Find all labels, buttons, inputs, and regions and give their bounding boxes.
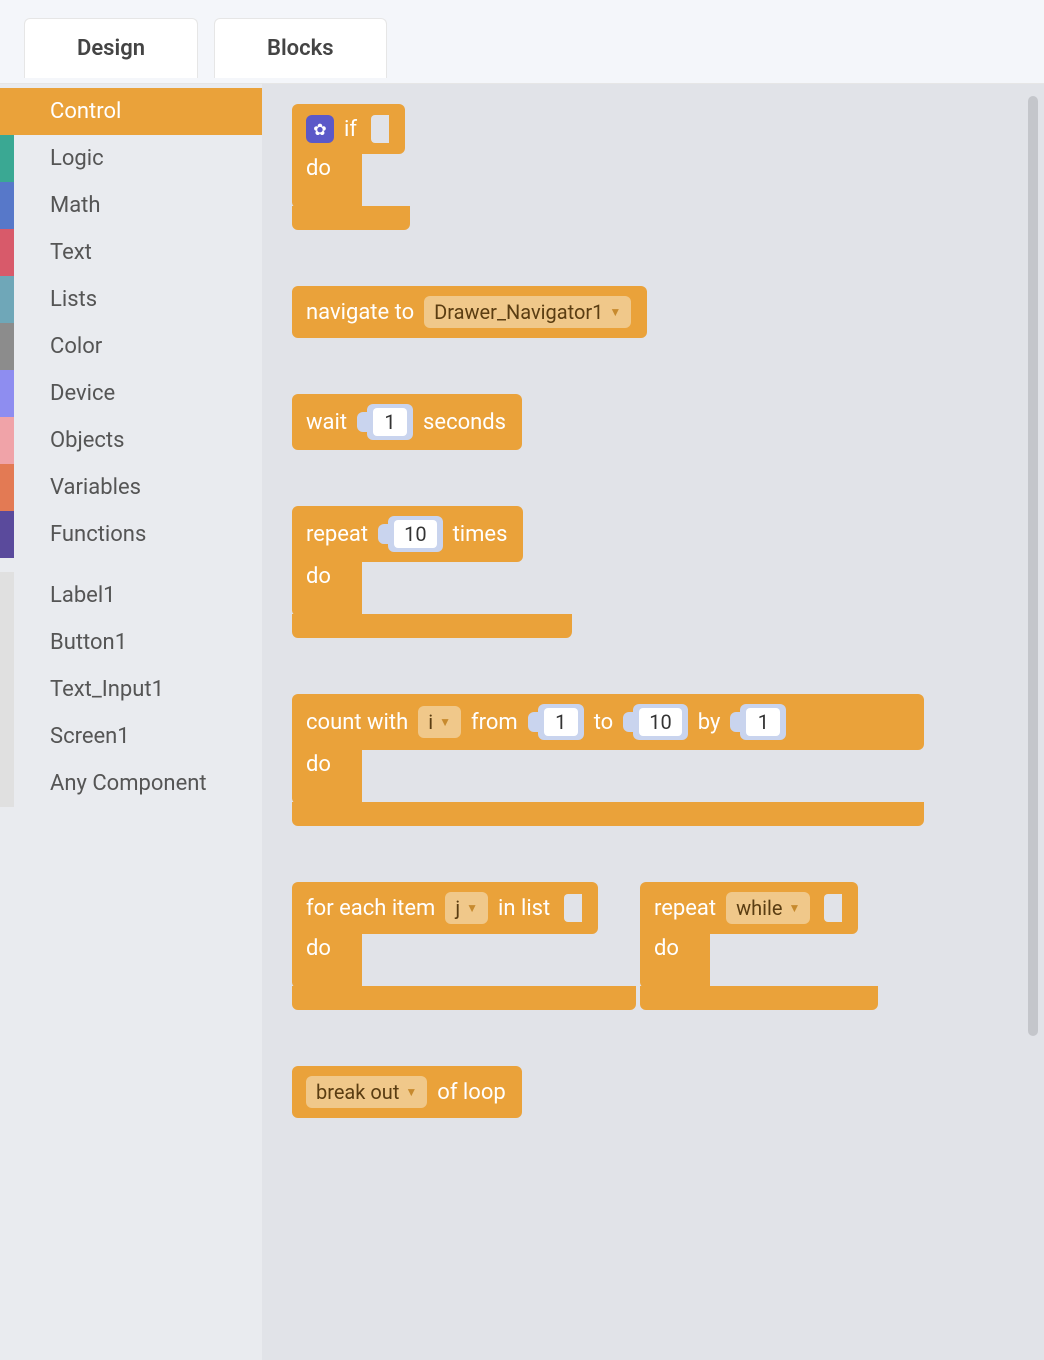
repeat-while-label: repeat [654, 896, 716, 921]
category-label: Functions [50, 522, 146, 547]
category-swatch [0, 135, 14, 182]
do-label: do [292, 148, 362, 208]
category-sidebar: Control Logic Math Text Lists Color Device Obje… [0, 84, 262, 1360]
component-swatch [0, 619, 14, 666]
tab-blocks[interactable]: Blocks [214, 18, 387, 78]
main: Control Logic Math Text Lists Color Device Obje… [0, 84, 1044, 1360]
category-swatch [0, 182, 14, 229]
category-swatch [0, 276, 14, 323]
component-label1[interactable]: Label1 [0, 572, 262, 619]
workspace-scrollbar[interactable] [1028, 96, 1038, 1036]
component-any-component[interactable]: Any Component [0, 760, 262, 807]
category-label: Lists [50, 287, 97, 312]
count-by-slot[interactable]: 1 [740, 704, 786, 740]
tab-bar: Design Blocks [0, 0, 1044, 84]
gear-icon[interactable]: ✿ [306, 115, 334, 143]
count-by-label: by [698, 710, 721, 735]
break-suffix: of loop [437, 1080, 505, 1105]
chevron-down-icon: ▼ [466, 901, 478, 915]
category-label: Variables [50, 475, 141, 500]
category-color[interactable]: Color [0, 323, 262, 370]
component-text_input1[interactable]: Text_Input1 [0, 666, 262, 713]
component-button1[interactable]: Button1 [0, 619, 262, 666]
block-repeat-times[interactable]: repeat 10 times do [292, 506, 572, 638]
count-to-slot[interactable]: 10 [633, 704, 687, 740]
wait-label: wait [306, 410, 347, 435]
category-label: Color [50, 334, 102, 359]
category-label: Logic [50, 146, 104, 171]
category-lists[interactable]: Lists [0, 276, 262, 323]
block-wait[interactable]: wait 1 seconds [292, 394, 1014, 450]
block-break-out[interactable]: break out▼ of loop [292, 1066, 1014, 1118]
block-count-with[interactable]: count with i▼ from 1 to 10 by 1 do [292, 694, 924, 826]
component-swatch [0, 572, 14, 619]
category-swatch [0, 417, 14, 464]
navigate-target-dropdown[interactable]: Drawer_Navigator1▼ [424, 296, 631, 328]
category-text[interactable]: Text [0, 229, 262, 276]
category-swatch [0, 88, 14, 135]
category-swatch [0, 464, 14, 511]
category-label: Device [50, 381, 115, 406]
block-repeat-while[interactable]: repeat while▼ do [640, 882, 878, 1010]
repeat-unit: times [453, 522, 508, 547]
count-var-dropdown[interactable]: i▼ [418, 706, 461, 738]
wait-unit: seconds [423, 410, 506, 435]
chevron-down-icon: ▼ [609, 305, 621, 319]
category-label: Math [50, 193, 101, 218]
foreach-var-dropdown[interactable]: j▼ [445, 892, 488, 924]
do-label: do [292, 556, 362, 616]
do-label: do [640, 928, 710, 988]
foreach-label: for each item [306, 896, 435, 921]
while-mode-dropdown[interactable]: while▼ [726, 892, 810, 924]
category-variables[interactable]: Variables [0, 464, 262, 511]
category-objects[interactable]: Objects [0, 417, 262, 464]
count-from-label: from [471, 710, 518, 735]
category-swatch [0, 229, 14, 276]
block-for-each[interactable]: for each item j▼ in list do [292, 882, 636, 1010]
component-label: Label1 [50, 583, 116, 608]
tab-design[interactable]: Design [24, 18, 198, 78]
component-label: Screen1 [50, 724, 130, 749]
if-label: if [344, 117, 357, 142]
category-logic[interactable]: Logic [0, 135, 262, 182]
do-label: do [292, 744, 362, 804]
category-swatch [0, 370, 14, 417]
wait-value-slot[interactable]: 1 [367, 404, 413, 440]
break-mode-dropdown[interactable]: break out▼ [306, 1076, 427, 1108]
component-label: Text_Input1 [50, 677, 164, 702]
chevron-down-icon: ▼ [788, 901, 800, 915]
foreach-inlist-label: in list [498, 896, 550, 921]
component-swatch [0, 713, 14, 760]
component-label: Any Component [50, 771, 207, 796]
blocks-workspace[interactable]: ✿ if do navigate to Drawer_Navigator1▼ w… [262, 84, 1044, 1360]
chevron-down-icon: ▼ [405, 1085, 417, 1099]
category-functions[interactable]: Functions [0, 511, 262, 558]
component-swatch [0, 760, 14, 807]
category-control[interactable]: Control [0, 88, 262, 135]
count-label: count with [306, 710, 408, 735]
category-label: Objects [50, 428, 125, 453]
category-math[interactable]: Math [0, 182, 262, 229]
component-swatch [0, 666, 14, 713]
do-label: do [292, 928, 362, 988]
category-swatch [0, 323, 14, 370]
count-from-slot[interactable]: 1 [538, 704, 584, 740]
chevron-down-icon: ▼ [439, 715, 451, 729]
component-screen1[interactable]: Screen1 [0, 713, 262, 760]
repeat-value-slot[interactable]: 10 [388, 516, 442, 552]
category-swatch [0, 511, 14, 558]
component-label: Button1 [50, 630, 127, 655]
block-if[interactable]: ✿ if do [292, 104, 410, 230]
navigate-label: navigate to [306, 300, 414, 325]
category-device[interactable]: Device [0, 370, 262, 417]
count-to-label: to [594, 710, 614, 735]
category-label: Control [50, 99, 121, 124]
repeat-label: repeat [306, 522, 368, 547]
block-navigate[interactable]: navigate to Drawer_Navigator1▼ [292, 286, 1014, 338]
category-label: Text [50, 240, 92, 265]
